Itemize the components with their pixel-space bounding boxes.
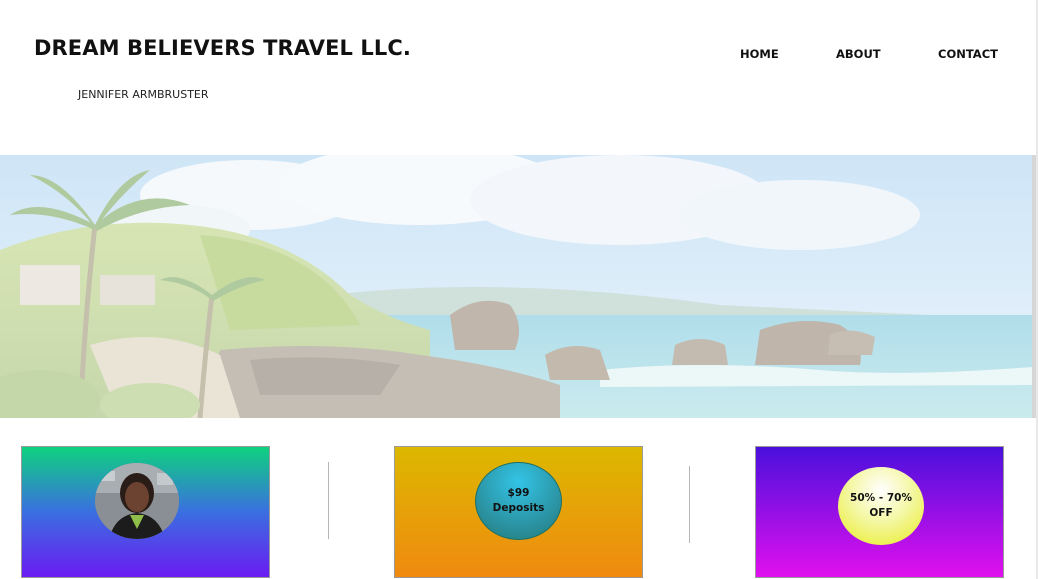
- deposit-badge-text: $99 Deposits: [492, 487, 545, 514]
- nav-link-contact[interactable]: CONTACT: [938, 47, 998, 61]
- hero-banner-image: [0, 155, 1032, 418]
- card-divider: [328, 462, 329, 539]
- discount-badge[interactable]: 50% - 70% OFF: [838, 467, 924, 545]
- discount-badge-text: 50% - 70% OFF: [850, 492, 912, 519]
- deposit-badge[interactable]: $99 Deposits: [475, 462, 562, 540]
- nav-link-about[interactable]: ABOUT: [836, 47, 881, 61]
- agent-avatar-photo: [95, 463, 179, 539]
- site-tagline: JENNIFER ARMBRUSTER: [78, 88, 209, 101]
- page: DREAM BELIEVERS TRAVEL LLC. JENNIFER ARM…: [0, 0, 1038, 579]
- main-nav: HOME ABOUT CONTACT: [0, 47, 1038, 63]
- card-agent-portrait[interactable]: [21, 446, 270, 578]
- nav-link-home[interactable]: HOME: [740, 47, 779, 61]
- card-deposits[interactable]: $99 Deposits: [394, 446, 643, 578]
- card-divider: [689, 466, 690, 543]
- card-discount[interactable]: 50% - 70% OFF: [755, 446, 1004, 578]
